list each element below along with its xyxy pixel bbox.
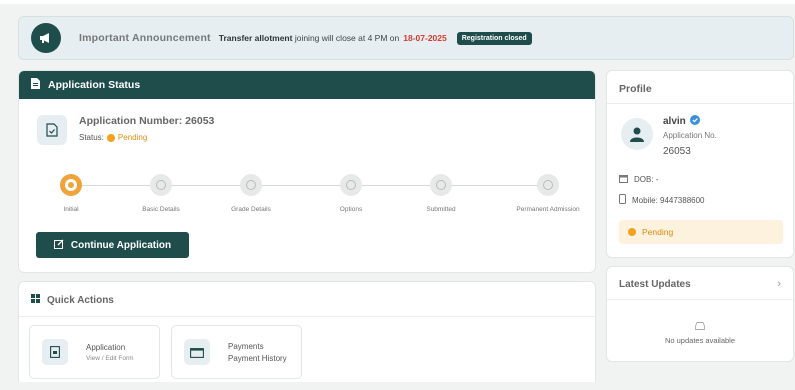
avatar bbox=[621, 118, 653, 150]
quick-actions-header: Quick Actions bbox=[31, 294, 114, 306]
quick-action-subtitle: Payment History bbox=[228, 353, 287, 363]
form-icon bbox=[42, 339, 68, 365]
progress-stepper: Initial Basic Details Grade Details Opti… bbox=[26, 171, 595, 221]
step-label: Options bbox=[339, 206, 363, 213]
step-label: Permanent Admission bbox=[516, 206, 580, 213]
file-check-icon bbox=[37, 115, 67, 145]
status-label: Status: bbox=[79, 133, 104, 142]
application-status-card: Application Status Application Number: 2… bbox=[18, 70, 596, 273]
step-initial: Initial bbox=[26, 171, 116, 213]
megaphone-icon bbox=[31, 23, 61, 53]
dob-text: DOB: - bbox=[634, 175, 659, 184]
verified-icon bbox=[689, 115, 700, 128]
step-options: Options bbox=[306, 171, 396, 213]
step-label: Initial bbox=[63, 206, 79, 213]
profile-name: alvin bbox=[663, 116, 686, 127]
pending-dot-icon bbox=[628, 228, 636, 236]
quick-actions-divider bbox=[19, 316, 595, 317]
application-number: Application Number: 26053 bbox=[79, 115, 215, 127]
step-label: Submitted bbox=[426, 206, 456, 213]
application-status-header: Application Status bbox=[19, 71, 595, 99]
quick-action-payments[interactable]: Payments Payment History bbox=[171, 325, 302, 379]
updates-divider bbox=[607, 299, 793, 300]
profile-status-text: Pending bbox=[642, 227, 674, 237]
calendar-icon bbox=[619, 174, 628, 185]
chevron-right-icon[interactable]: › bbox=[777, 278, 781, 290]
profile-card: Profile alvin Application No. 26053 DOB:… bbox=[606, 70, 794, 258]
status-value: Pending bbox=[117, 133, 148, 142]
quick-actions-title: Quick Actions bbox=[47, 294, 114, 306]
profile-name-row: alvin bbox=[663, 115, 700, 128]
step-circle-icon bbox=[240, 174, 262, 196]
application-status-title: Application Status bbox=[48, 79, 141, 91]
quick-action-application[interactable]: Application View / Edit Form bbox=[29, 325, 160, 379]
step-label: Basic Details bbox=[142, 206, 180, 213]
quick-action-title: Payments bbox=[228, 341, 264, 351]
continue-application-button[interactable]: Continue Application bbox=[36, 232, 189, 258]
step-submitted: Submitted bbox=[396, 171, 486, 213]
profile-mobile: Mobile: 9447388600 bbox=[619, 194, 705, 206]
continue-application-label: Continue Application bbox=[70, 239, 172, 251]
application-number-row: Application Number: 26053 Status: Pendin… bbox=[37, 115, 214, 145]
announcement-title: Important Announcement bbox=[79, 32, 211, 44]
phone-icon bbox=[619, 194, 626, 206]
profile-status-badge: Pending bbox=[619, 220, 783, 244]
profile-title: Profile bbox=[619, 83, 652, 95]
quick-actions-card: Quick Actions Application View / Edit Fo… bbox=[18, 281, 596, 390]
announcement-banner: Important Announcement Transfer allotmen… bbox=[18, 16, 794, 60]
step-permanent-admission: Permanent Admission bbox=[503, 171, 593, 213]
application-status-line: Status: Pending bbox=[79, 133, 214, 142]
latest-updates-title: Latest Updates bbox=[619, 279, 691, 290]
grid-icon bbox=[31, 294, 40, 306]
profile-app-no-label: Application No. bbox=[663, 131, 717, 140]
profile-app-no: 26053 bbox=[663, 146, 691, 157]
registration-badge: Registration closed bbox=[456, 31, 532, 45]
no-updates-text: No updates available bbox=[664, 336, 736, 345]
top-bar bbox=[0, 0, 795, 4]
bottom-strip bbox=[0, 382, 795, 390]
user-icon bbox=[630, 127, 644, 142]
step-grade-details: Grade Details bbox=[206, 171, 296, 213]
profile-divider bbox=[607, 103, 793, 104]
mobile-text: Mobile: 9447388600 bbox=[632, 195, 705, 205]
step-basic-details: Basic Details bbox=[116, 171, 206, 213]
wallet-icon bbox=[184, 339, 210, 365]
step-circle-icon bbox=[537, 174, 559, 196]
step-circle-icon bbox=[430, 174, 452, 196]
step-label: Grade Details bbox=[231, 206, 271, 213]
announcement-rest: joining will close at 4 PM on bbox=[294, 33, 400, 43]
announcement-date: 18-07-2025 bbox=[403, 33, 447, 43]
announcement-message: Transfer allotment joining will close at… bbox=[219, 33, 399, 43]
pending-dot-icon bbox=[106, 133, 115, 142]
quick-action-title: Application bbox=[86, 342, 126, 352]
step-circle-icon bbox=[60, 174, 82, 196]
quick-action-subtitle: View / Edit Form bbox=[86, 354, 134, 362]
step-circle-icon bbox=[150, 174, 172, 196]
inbox-icon bbox=[695, 317, 705, 335]
profile-dob: DOB: - bbox=[619, 174, 658, 185]
step-circle-icon bbox=[340, 174, 362, 196]
latest-updates-card: Latest Updates › No updates available bbox=[606, 266, 794, 362]
edit-icon bbox=[53, 239, 64, 252]
document-icon bbox=[31, 78, 40, 92]
announcement-bold: Transfer allotment bbox=[218, 33, 293, 43]
